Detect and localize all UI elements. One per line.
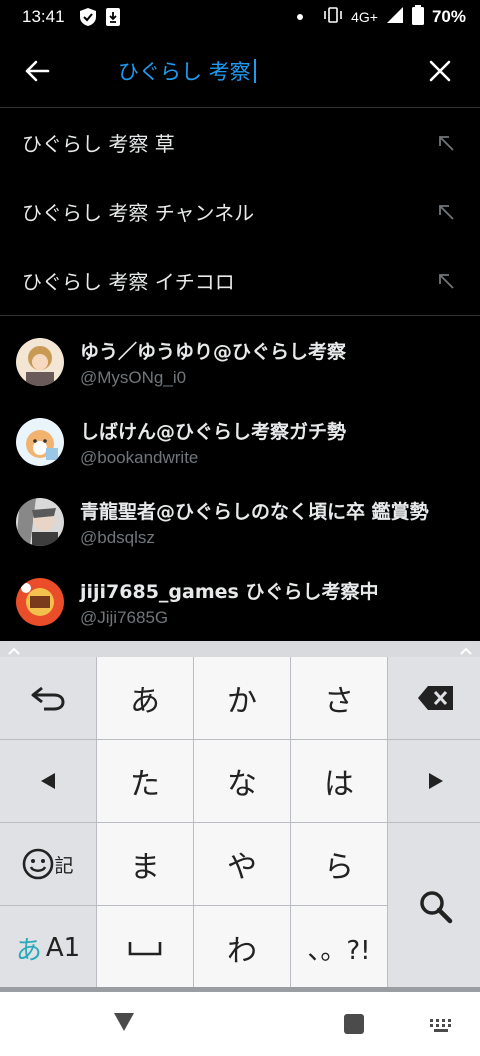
search-header: ひぐらし 考察	[0, 34, 480, 108]
download-icon	[105, 7, 121, 27]
nav-home-square-icon[interactable]	[344, 1014, 364, 1034]
backspace-icon	[418, 686, 453, 710]
fill-query-arrow-icon[interactable]	[434, 131, 458, 155]
signal-icon	[386, 6, 404, 28]
cursor-left-key[interactable]	[0, 740, 96, 822]
kigo-label: 記	[54, 854, 74, 877]
key-ma[interactable]: ま	[97, 823, 193, 905]
system-nav-bar	[0, 992, 480, 1056]
network-label: 4G+	[351, 9, 378, 25]
user-handle: @Jiji7685G	[80, 607, 169, 627]
suggestion-item[interactable]: ひぐらし 考察 イチコロ	[0, 246, 480, 315]
status-time: 13:41	[22, 7, 65, 26]
keyboard-toolbar	[0, 641, 480, 657]
fill-query-arrow-icon[interactable]	[434, 200, 458, 224]
triangle-right-icon	[429, 773, 443, 789]
key-ka[interactable]: か	[194, 657, 290, 739]
suggestion-label: ひぐらし 考察 イチコロ	[22, 270, 235, 294]
suggestion-label: ひぐらし 考察 チャンネル	[22, 201, 255, 225]
key-punctuation[interactable]: 、。?!	[291, 906, 387, 990]
user-name: しばけん@ひぐらし考察ガチ勢	[80, 420, 347, 443]
mode-hiragana-label: あ	[15, 935, 42, 966]
status-bar: 13:41 4G+ 70%	[0, 0, 480, 34]
user-result-row[interactable]: ゆう／ゆうゆり@ひぐらし考察 @MysONg_i0	[0, 322, 480, 402]
key-wa[interactable]: わ	[194, 906, 290, 990]
keyboard-keys: あ か さ た な は 記 ま や ら あ A1 わ 、。?!	[0, 657, 480, 990]
undo-key[interactable]	[0, 657, 96, 739]
space-icon	[128, 942, 162, 956]
search-query-text: ひぐらし 考察	[118, 59, 251, 84]
key-ta[interactable]: た	[97, 740, 193, 822]
text-caret	[253, 58, 256, 83]
software-keyboard: あ か さ た な は 記 ま や ら あ A1 わ 、。?!	[0, 641, 480, 990]
cursor-right-key[interactable]	[388, 740, 480, 822]
keyboard-switch-icon[interactable]	[430, 1018, 452, 1037]
status-right-group: 4G+ 70%	[297, 5, 466, 29]
search-input[interactable]: ひぐらし 考察	[74, 34, 400, 108]
back-button[interactable]	[0, 34, 74, 108]
avatar[interactable]	[16, 338, 64, 386]
user-result-row[interactable]: jiji7685_games ひぐらし考察中 @Jiji7685G	[0, 562, 480, 642]
battery-percent: 70%	[431, 7, 466, 26]
user-handle: @MysONg_i0	[80, 367, 187, 387]
user-results: ゆう／ゆうゆり@ひぐらし考察 @MysONg_i0 しばけん@ひぐらし考察ガチ勢…	[0, 322, 480, 642]
nav-back-triangle-icon[interactable]	[113, 1012, 135, 1036]
mode-alnum-label: A1	[45, 933, 81, 963]
suggestion-item[interactable]: ひぐらし 考察 チャンネル	[0, 177, 480, 246]
backspace-key[interactable]	[388, 657, 480, 739]
vibrate-icon	[323, 6, 343, 28]
key-ya[interactable]: や	[194, 823, 290, 905]
emoji-symbol-key[interactable]: 記	[0, 823, 96, 905]
battery-icon	[411, 5, 424, 29]
chevron-up-icon[interactable]	[8, 640, 20, 659]
chevron-up-icon[interactable]	[460, 640, 472, 659]
user-result-row[interactable]: 青龍聖者@ひぐらしのなく頃に卒 鑑賞勢 @bdsqlsz	[0, 482, 480, 562]
search-suggestions: ひぐらし 考察 草 ひぐらし 考察 チャンネル ひぐらし 考察 イチコロ	[0, 108, 480, 316]
undo-icon	[31, 686, 65, 711]
key-ra[interactable]: ら	[291, 823, 387, 905]
search-icon	[420, 890, 453, 923]
triangle-left-icon	[41, 773, 55, 789]
search-key[interactable]	[388, 823, 480, 990]
user-name: ゆう／ゆうゆり@ひぐらし考察	[80, 340, 347, 363]
suggestion-label: ひぐらし 考察 草	[22, 132, 175, 156]
avatar[interactable]	[16, 578, 64, 626]
emoji-icon	[23, 848, 54, 880]
user-handle: @bdsqlsz	[80, 527, 155, 547]
space-key[interactable]	[97, 906, 193, 990]
avatar[interactable]	[16, 498, 64, 546]
user-result-row[interactable]: しばけん@ひぐらし考察ガチ勢 @bookandwrite	[0, 402, 480, 482]
user-name: jiji7685_games ひぐらし考察中	[80, 580, 379, 603]
key-sa[interactable]: さ	[291, 657, 387, 739]
dot-icon	[297, 14, 304, 20]
fill-query-arrow-icon[interactable]	[434, 269, 458, 293]
input-mode-key[interactable]: あ A1	[0, 906, 96, 990]
shield-icon	[79, 7, 97, 27]
suggestion-item[interactable]: ひぐらし 考察 草	[0, 108, 480, 177]
key-ha[interactable]: は	[291, 740, 387, 822]
user-handle: @bookandwrite	[80, 447, 199, 467]
clear-search-button[interactable]	[400, 34, 480, 108]
key-na[interactable]: な	[194, 740, 290, 822]
close-icon	[429, 60, 451, 81]
user-name: 青龍聖者@ひぐらしのなく頃に卒 鑑賞勢	[80, 500, 429, 523]
key-a[interactable]: あ	[97, 657, 193, 739]
arrow-left-icon	[25, 60, 50, 81]
avatar[interactable]	[16, 418, 64, 466]
